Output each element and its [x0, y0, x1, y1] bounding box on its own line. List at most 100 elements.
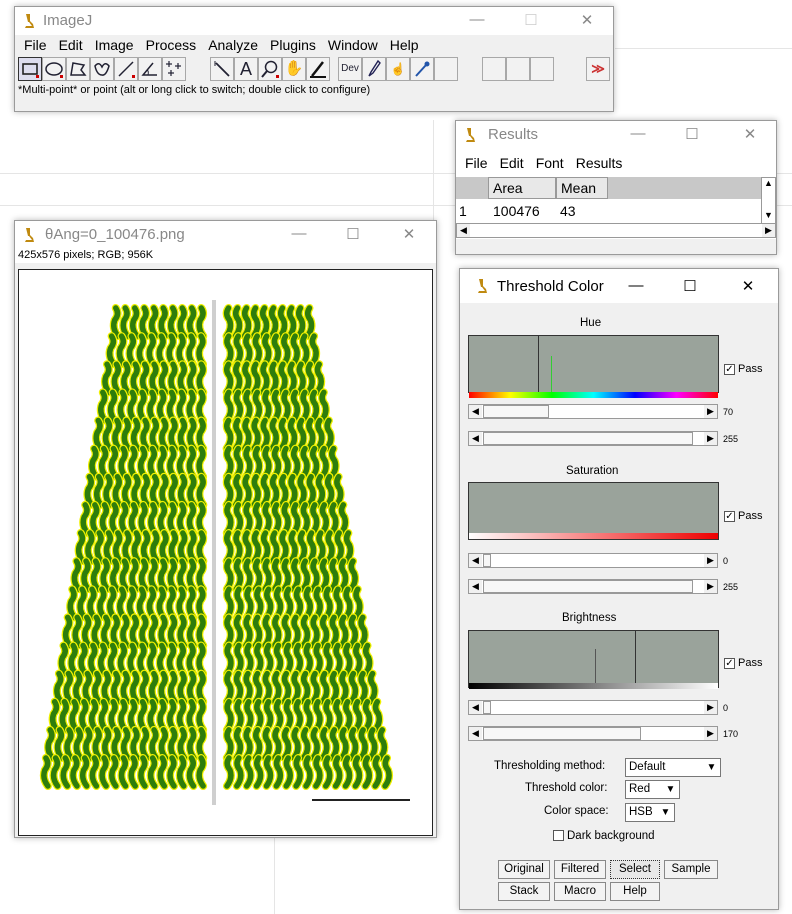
brush-tool[interactable]: [362, 57, 386, 81]
slider-thumb[interactable]: [483, 554, 491, 567]
filtered-button[interactable]: Filtered: [554, 860, 606, 879]
maximize-button[interactable]: ☐: [680, 125, 704, 143]
maximize-button[interactable]: ☐: [519, 11, 543, 29]
line-tool[interactable]: [114, 57, 138, 81]
menu-plugins[interactable]: Plugins: [264, 35, 322, 53]
scroll-up-arrow[interactable]: ▲: [762, 178, 775, 191]
slider-left-arrow[interactable]: ◀: [469, 580, 482, 593]
pipette-tool[interactable]: [410, 57, 434, 81]
select-button[interactable]: Select: [610, 860, 660, 879]
maximize-button[interactable]: ☐: [341, 225, 365, 243]
hue-min-slider[interactable]: ◀ ▶: [468, 404, 718, 419]
brightness-label: Brightness: [562, 612, 617, 624]
menu-file[interactable]: File: [18, 35, 53, 53]
menu-edit[interactable]: Edit: [53, 35, 89, 53]
freehand-tool[interactable]: [90, 57, 114, 81]
original-button[interactable]: Original: [498, 860, 550, 879]
empty-tool-2[interactable]: [482, 57, 506, 81]
slider-right-arrow[interactable]: ▶: [704, 580, 717, 593]
multipoint-tool[interactable]: [162, 57, 186, 81]
minimize-button[interactable]: —: [626, 125, 650, 142]
menu-results[interactable]: Results: [570, 153, 629, 171]
brightness-pass-checkbox[interactable]: ✓ Pass: [724, 657, 762, 669]
oval-tool[interactable]: [42, 57, 66, 81]
menu-file[interactable]: File: [459, 153, 494, 171]
text-tool[interactable]: A: [234, 57, 258, 81]
image-titlebar[interactable]: θAng=0_100476.png — ☐ ✕: [15, 221, 436, 249]
slider-thumb[interactable]: [483, 405, 549, 418]
thresholding-method-select[interactable]: Default ▼: [625, 758, 721, 777]
close-button[interactable]: ✕: [575, 11, 599, 29]
saturation-max-slider[interactable]: ◀ ▶: [468, 579, 718, 594]
results-titlebar[interactable]: Results — ☐ ✕: [456, 121, 776, 149]
scroll-right-arrow[interactable]: ▶: [762, 224, 775, 237]
menu-process[interactable]: Process: [140, 35, 203, 53]
hue-max-slider[interactable]: ◀ ▶: [468, 431, 718, 446]
menu-edit[interactable]: Edit: [494, 153, 530, 171]
touch-hand-icon[interactable]: ☝: [386, 57, 410, 81]
menu-image[interactable]: Image: [89, 35, 140, 53]
slider-left-arrow[interactable]: ◀: [469, 405, 482, 418]
slider-left-arrow[interactable]: ◀: [469, 727, 482, 740]
minimize-button[interactable]: —: [465, 11, 489, 28]
more-tools-button[interactable]: ≫: [586, 57, 610, 81]
hue-pass-checkbox[interactable]: ✓ Pass: [724, 363, 762, 375]
wand-tool[interactable]: [210, 57, 234, 81]
scroll-left-arrow[interactable]: ◀: [457, 224, 470, 237]
empty-tool-3[interactable]: [506, 57, 530, 81]
imagej-titlebar[interactable]: ImageJ — ☐ ✕: [15, 7, 613, 35]
brightness-hist-peak: [595, 649, 596, 683]
table-row[interactable]: 1 100476 43: [456, 201, 761, 221]
dark-background-checkbox[interactable]: Dark background: [553, 830, 655, 842]
rectangle-tool[interactable]: [18, 57, 42, 81]
sample-button[interactable]: Sample: [664, 860, 718, 879]
slider-thumb[interactable]: [483, 432, 693, 445]
menu-help[interactable]: Help: [384, 35, 425, 53]
slider-thumb[interactable]: [483, 701, 491, 714]
angle-tool[interactable]: [138, 57, 162, 81]
slider-left-arrow[interactable]: ◀: [469, 432, 482, 445]
slider-right-arrow[interactable]: ▶: [704, 432, 717, 445]
threshold-color-select[interactable]: Red ▼: [625, 780, 680, 799]
close-button[interactable]: ✕: [738, 125, 762, 143]
saturation-min-slider[interactable]: ◀ ▶: [468, 553, 718, 568]
slider-right-arrow[interactable]: ▶: [704, 727, 717, 740]
brightness-min-slider[interactable]: ◀ ▶: [468, 700, 718, 715]
menu-analyze[interactable]: Analyze: [202, 35, 264, 53]
color-picker-tool[interactable]: [306, 57, 330, 81]
menu-font[interactable]: Font: [530, 153, 570, 171]
empty-tool-1[interactable]: [434, 57, 458, 81]
empty-tool-4[interactable]: [530, 57, 554, 81]
brightness-max-slider[interactable]: ◀ ▶: [468, 726, 718, 741]
minimize-button[interactable]: —: [287, 225, 311, 242]
slider-left-arrow[interactable]: ◀: [469, 701, 482, 714]
polygon-tool[interactable]: [66, 57, 90, 81]
stack-button[interactable]: Stack: [498, 882, 550, 901]
help-button[interactable]: Help: [610, 882, 660, 901]
minimize-button[interactable]: —: [624, 277, 648, 294]
close-button[interactable]: ✕: [736, 277, 760, 295]
saturation-pass-checkbox[interactable]: ✓ Pass: [724, 510, 762, 522]
hue-histogram: [468, 335, 719, 398]
color-space-select[interactable]: HSB ▼: [625, 803, 675, 822]
column-header-area[interactable]: Area: [488, 177, 556, 199]
menu-window[interactable]: Window: [322, 35, 384, 53]
slider-right-arrow[interactable]: ▶: [704, 405, 717, 418]
threshold-titlebar[interactable]: Threshold Color — ☐ ✕: [460, 269, 778, 303]
vertical-scrollbar[interactable]: ▲ ▼: [761, 177, 776, 225]
slider-thumb[interactable]: [483, 580, 693, 593]
slider-thumb[interactable]: [483, 727, 641, 740]
horizontal-scrollbar[interactable]: ◀ ▶: [456, 223, 776, 238]
scroll-down-arrow[interactable]: ▼: [762, 210, 775, 223]
hand-tool[interactable]: ✋: [282, 57, 306, 81]
image-canvas[interactable]: [18, 269, 433, 836]
macro-button[interactable]: Macro: [554, 882, 606, 901]
maximize-button[interactable]: ☐: [678, 277, 702, 295]
dev-tool[interactable]: Dev: [338, 57, 362, 81]
close-button[interactable]: ✕: [397, 225, 421, 243]
column-header-mean[interactable]: Mean: [556, 177, 608, 199]
slider-right-arrow[interactable]: ▶: [704, 554, 717, 567]
magnifier-tool[interactable]: [258, 57, 282, 81]
slider-left-arrow[interactable]: ◀: [469, 554, 482, 567]
slider-right-arrow[interactable]: ▶: [704, 701, 717, 714]
